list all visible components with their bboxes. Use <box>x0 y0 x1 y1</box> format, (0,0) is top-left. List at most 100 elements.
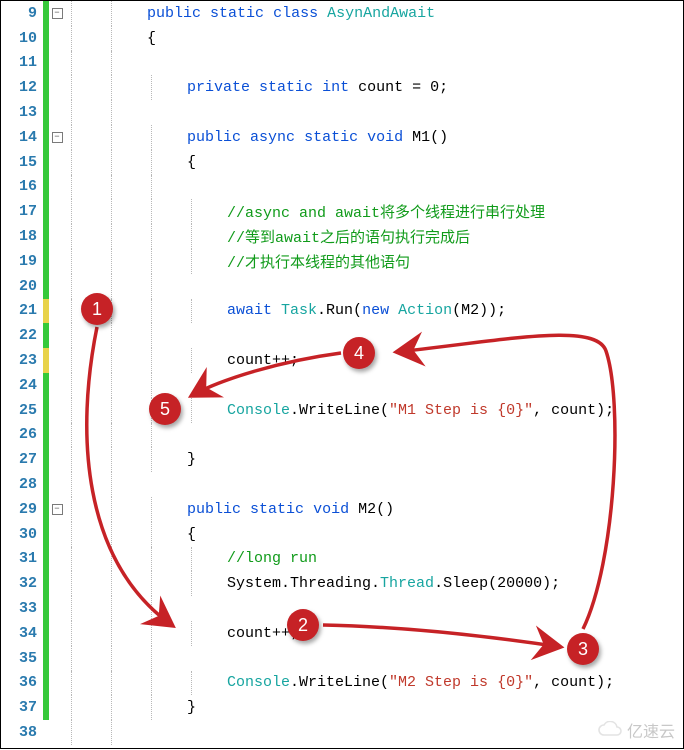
line-number: 34 <box>1 625 43 642</box>
change-bar <box>43 249 49 274</box>
line-number: 23 <box>1 352 43 369</box>
code-text[interactable]: { <box>185 154 196 171</box>
indent-guides <box>65 51 145 76</box>
change-bar <box>43 423 49 448</box>
code-line[interactable]: 23 count++; <box>1 348 683 373</box>
code-text[interactable]: public static void M2() <box>185 501 394 518</box>
indent-guides <box>65 175 185 200</box>
indent-guides <box>65 646 185 671</box>
indent-guides <box>65 199 225 224</box>
indent-guides <box>65 75 185 100</box>
code-text[interactable]: System.Threading.Thread.Sleep(20000); <box>225 575 560 592</box>
line-number: 17 <box>1 203 43 220</box>
fold-gutter[interactable]: − <box>49 8 65 19</box>
code-line[interactable]: 29−public static void M2() <box>1 497 683 522</box>
code-text[interactable]: //long run <box>225 550 317 567</box>
indent-guides <box>65 720 145 745</box>
indent-guides <box>65 398 225 423</box>
change-bar <box>43 720 49 745</box>
code-text[interactable]: Console.WriteLine("M1 Step is {0}", coun… <box>225 402 614 419</box>
fold-toggle-icon[interactable]: − <box>52 8 63 19</box>
code-text[interactable]: { <box>145 30 156 47</box>
code-text[interactable]: { <box>185 526 196 543</box>
code-line[interactable]: 16 <box>1 175 683 200</box>
annotation-badge-5: 5 <box>149 393 181 425</box>
code-line[interactable]: 25 Console.WriteLine("M1 Step is {0}", co… <box>1 398 683 423</box>
code-line[interactable]: 15 { <box>1 150 683 175</box>
code-line[interactable]: 24 <box>1 373 683 398</box>
code-text[interactable]: Console.WriteLine("M2 Step is {0}", coun… <box>225 674 614 691</box>
change-bar <box>43 348 49 373</box>
code-text[interactable]: public static class AsynAndAwait <box>145 5 435 22</box>
code-line[interactable]: 36 Console.WriteLine("M2 Step is {0}", co… <box>1 671 683 696</box>
code-line[interactable]: 14− public async static void M1() <box>1 125 683 150</box>
indent-guides <box>65 224 225 249</box>
line-number: 18 <box>1 228 43 245</box>
change-bar <box>43 447 49 472</box>
line-number: 32 <box>1 575 43 592</box>
code-line[interactable]: 32 System.Threading.Thread.Sleep(20000); <box>1 571 683 596</box>
watermark: 亿速云 <box>597 718 675 742</box>
code-text[interactable]: public async static void M1() <box>185 129 448 146</box>
code-line[interactable]: 18 //等到await之后的语句执行完成后 <box>1 224 683 249</box>
line-number: 13 <box>1 104 43 121</box>
line-number: 26 <box>1 426 43 443</box>
line-number: 14 <box>1 129 43 146</box>
code-text[interactable]: //等到await之后的语句执行完成后 <box>225 226 470 247</box>
indent-guides <box>65 472 145 497</box>
code-text[interactable]: } <box>185 451 196 468</box>
change-bar <box>43 150 49 175</box>
change-bar <box>43 323 49 348</box>
line-number: 15 <box>1 154 43 171</box>
code-text[interactable]: private static int count = 0; <box>185 79 448 96</box>
indent-guides <box>65 100 145 125</box>
indent-guides <box>65 497 185 522</box>
change-bar <box>43 596 49 621</box>
annotation-badge-4: 4 <box>343 337 375 369</box>
code-line[interactable]: 37} <box>1 695 683 720</box>
indent-guides <box>65 596 185 621</box>
code-line[interactable]: 13 <box>1 100 683 125</box>
code-line[interactable]: 28 <box>1 472 683 497</box>
code-text[interactable]: //才执行本线程的其他语句 <box>225 251 410 272</box>
line-number: 36 <box>1 674 43 691</box>
code-line[interactable]: 27} <box>1 447 683 472</box>
code-line[interactable]: 22 <box>1 323 683 348</box>
code-line[interactable]: 11 <box>1 51 683 76</box>
code-line[interactable]: 26 <box>1 423 683 448</box>
code-line[interactable]: 10{ <box>1 26 683 51</box>
line-number: 28 <box>1 476 43 493</box>
change-bar <box>43 51 49 76</box>
line-number: 31 <box>1 550 43 567</box>
fold-toggle-icon[interactable]: − <box>52 132 63 143</box>
change-bar <box>43 547 49 572</box>
line-number: 33 <box>1 600 43 617</box>
line-number: 16 <box>1 178 43 195</box>
code-line[interactable]: 19 //才执行本线程的其他语句 <box>1 249 683 274</box>
code-line[interactable]: 30{ <box>1 522 683 547</box>
code-line[interactable]: 17 //async and await将多个线程进行串行处理 <box>1 199 683 224</box>
indent-guides <box>65 274 185 299</box>
code-line[interactable]: 9−public static class AsynAndAwait <box>1 1 683 26</box>
code-line[interactable]: 38 <box>1 720 683 745</box>
code-line[interactable]: 31 //long run <box>1 547 683 572</box>
fold-toggle-icon[interactable]: − <box>52 504 63 515</box>
indent-guides <box>65 125 185 150</box>
code-text[interactable]: await Task.Run(new Action(M2)); <box>225 302 506 319</box>
indent-guides <box>65 695 185 720</box>
change-bar <box>43 621 49 646</box>
line-number: 19 <box>1 253 43 270</box>
code-text[interactable]: } <box>185 699 196 716</box>
change-bar <box>43 398 49 423</box>
code-line[interactable]: 12private static int count = 0; <box>1 75 683 100</box>
annotation-badge-1: 1 <box>81 293 113 325</box>
fold-gutter[interactable]: − <box>49 504 65 515</box>
watermark-text: 亿速云 <box>627 718 675 742</box>
code-line[interactable]: 33 <box>1 596 683 621</box>
line-number: 38 <box>1 724 43 741</box>
line-number: 25 <box>1 402 43 419</box>
fold-gutter[interactable]: − <box>49 132 65 143</box>
code-text[interactable]: count++; <box>225 352 299 369</box>
change-bar <box>43 175 49 200</box>
code-text[interactable]: //async and await将多个线程进行串行处理 <box>225 201 545 222</box>
